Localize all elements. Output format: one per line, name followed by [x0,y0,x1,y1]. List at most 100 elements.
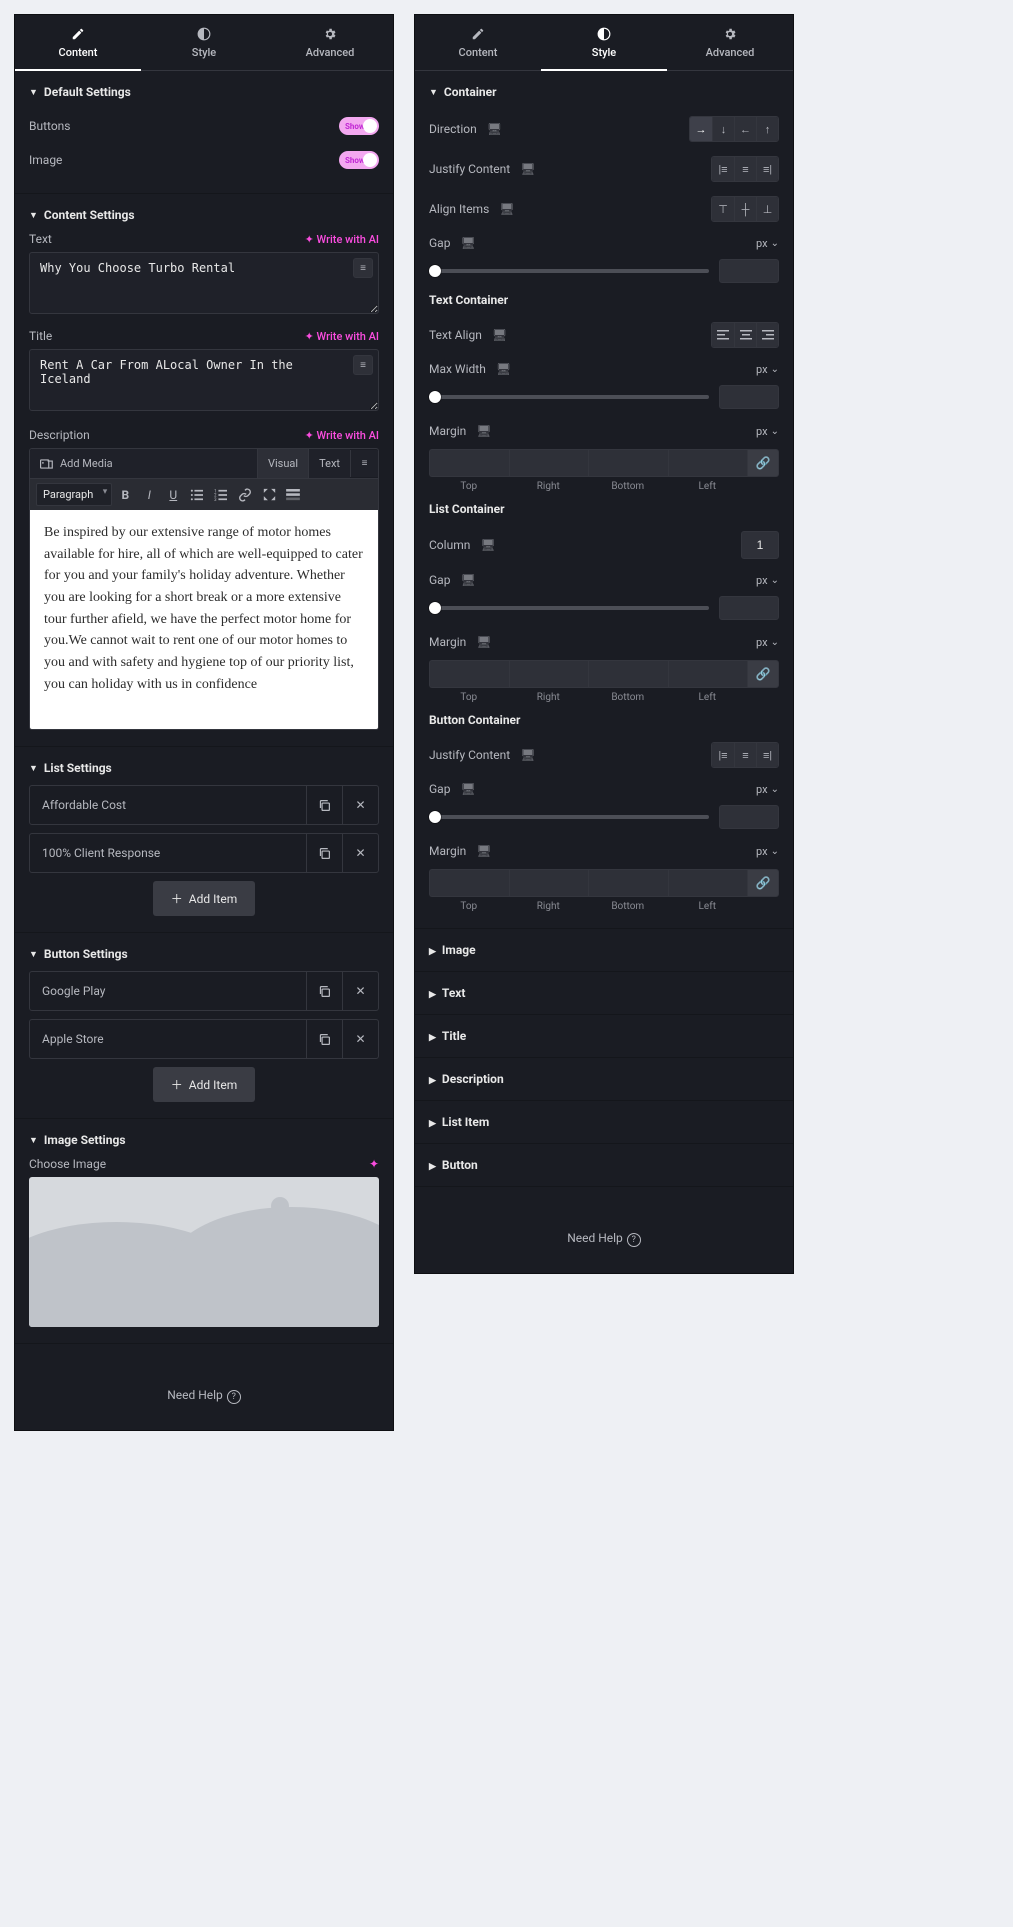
list-item[interactable]: Google Play ✕ [29,971,379,1011]
margin-bottom-input[interactable] [588,869,668,897]
editor-tab-visual[interactable]: Visual [257,449,308,478]
list-item[interactable]: Apple Store ✕ [29,1019,379,1059]
justify-center-icon[interactable]: ≡ [734,743,756,767]
section-title-button[interactable]: ▼Container [429,85,779,99]
unit-select[interactable]: px [756,845,779,858]
margin-top-input[interactable] [429,660,509,688]
bold-button[interactable]: B [114,484,136,506]
align-top-icon[interactable]: ⊤ [712,197,734,221]
max-width-slider[interactable] [429,395,709,399]
section-collapsed[interactable]: ▶Title [415,1015,793,1058]
copy-icon[interactable] [306,786,342,824]
unit-select[interactable]: px [756,783,779,796]
toolbar-toggle-button[interactable] [282,484,304,506]
dynamic-tag-icon[interactable]: ≡ [353,258,373,278]
underline-button[interactable]: U [162,484,184,506]
add-item-button[interactable]: ＋Add Item [153,881,255,916]
unit-select[interactable]: px [756,425,779,438]
title-input[interactable] [29,349,379,411]
column-input[interactable] [741,531,779,559]
close-icon[interactable]: ✕ [342,786,378,824]
margin-top-input[interactable] [429,869,509,897]
gap-slider[interactable] [429,606,709,610]
numbered-list-button[interactable]: 123 [210,484,232,506]
gap-input[interactable] [719,596,779,620]
arrow-left-icon[interactable]: ← [734,117,756,141]
add-item-button[interactable]: ＋Add Item [153,1067,255,1102]
desktop-icon[interactable]: 🖥 [476,844,491,858]
tab-advanced[interactable]: Advanced [267,15,393,70]
image-preview[interactable] [29,1177,379,1327]
desktop-icon[interactable]: 🖥 [520,162,535,176]
section-collapsed[interactable]: ▶Text [415,972,793,1015]
write-with-ai[interactable]: Write with AI [305,330,379,343]
section-title-button[interactable]: ▼Image Settings [29,1133,379,1147]
section-title-button[interactable]: ▼Button Settings [29,947,379,961]
section-collapsed[interactable]: ▶List Item [415,1101,793,1144]
unit-select[interactable]: px [756,363,779,376]
write-with-ai[interactable]: Write with AI [305,233,379,246]
align-center-icon[interactable] [734,323,756,347]
justify-end-icon[interactable]: ≡| [756,157,778,181]
desktop-icon[interactable]: 🖥 [487,122,502,136]
need-help-link[interactable]: Need Help? [15,1344,393,1430]
need-help-link[interactable]: Need Help? [415,1187,793,1273]
link-icon[interactable]: 🔗 [747,660,779,688]
image-toggle[interactable]: Show [339,151,379,169]
desktop-icon[interactable]: 🖥 [480,538,495,552]
section-collapsed[interactable]: ▶Image [415,929,793,972]
section-title-button[interactable]: ▼List Settings [29,761,379,775]
add-media-button[interactable]: Add Media [30,449,257,478]
close-icon[interactable]: ✕ [342,972,378,1010]
text-input[interactable] [29,252,379,314]
arrow-up-icon[interactable]: ↑ [756,117,778,141]
desktop-icon[interactable]: 🖥 [492,328,507,342]
margin-bottom-input[interactable] [588,660,668,688]
margin-right-input[interactable] [509,869,589,897]
desktop-icon[interactable]: 🖥 [476,635,491,649]
close-icon[interactable]: ✕ [342,834,378,872]
editor-tab-text[interactable]: Text [308,449,350,478]
copy-icon[interactable] [306,834,342,872]
tab-style[interactable]: Style [541,15,667,70]
tab-advanced[interactable]: Advanced [667,15,793,70]
margin-bottom-input[interactable] [588,449,668,477]
close-icon[interactable]: ✕ [342,1020,378,1058]
link-icon[interactable]: 🔗 [747,869,779,897]
arrow-down-icon[interactable]: ↓ [712,117,734,141]
desktop-icon[interactable]: 🖥 [460,573,475,587]
max-width-input[interactable] [719,385,779,409]
copy-icon[interactable] [306,972,342,1010]
link-icon[interactable]: 🔗 [747,449,779,477]
tab-style[interactable]: Style [141,15,267,70]
unit-select[interactable]: px [756,574,779,587]
fullscreen-button[interactable] [258,484,280,506]
align-left-icon[interactable] [712,323,734,347]
write-with-ai[interactable]: Write with AI [305,429,379,442]
ai-sparkle-icon[interactable]: ✦ [369,1157,379,1171]
section-collapsed[interactable]: ▶Description [415,1058,793,1101]
align-right-icon[interactable] [756,323,778,347]
gap-input[interactable] [719,259,779,283]
align-center-icon[interactable]: ┼ [734,197,756,221]
justify-end-icon[interactable]: ≡| [756,743,778,767]
description-editor[interactable]: Be inspired by our extensive range of mo… [29,510,379,730]
margin-right-input[interactable] [509,660,589,688]
dynamic-tag-icon[interactable]: ≡ [350,450,378,477]
tab-content[interactable]: Content [415,15,541,70]
gap-slider[interactable] [429,815,709,819]
unit-select[interactable]: px [756,237,779,250]
buttons-toggle[interactable]: Show [339,117,379,135]
list-item[interactable]: Affordable Cost ✕ [29,785,379,825]
link-button[interactable] [234,484,256,506]
margin-left-input[interactable] [668,660,748,688]
margin-right-input[interactable] [509,449,589,477]
desktop-icon[interactable]: 🖥 [460,236,475,250]
justify-start-icon[interactable]: |≡ [712,743,734,767]
justify-start-icon[interactable]: |≡ [712,157,734,181]
section-title-button[interactable]: ▼Content Settings [29,208,379,222]
bullet-list-button[interactable] [186,484,208,506]
desktop-icon[interactable]: 🖥 [476,424,491,438]
desktop-icon[interactable]: 🖥 [499,202,514,216]
dynamic-tag-icon[interactable]: ≡ [353,355,373,375]
